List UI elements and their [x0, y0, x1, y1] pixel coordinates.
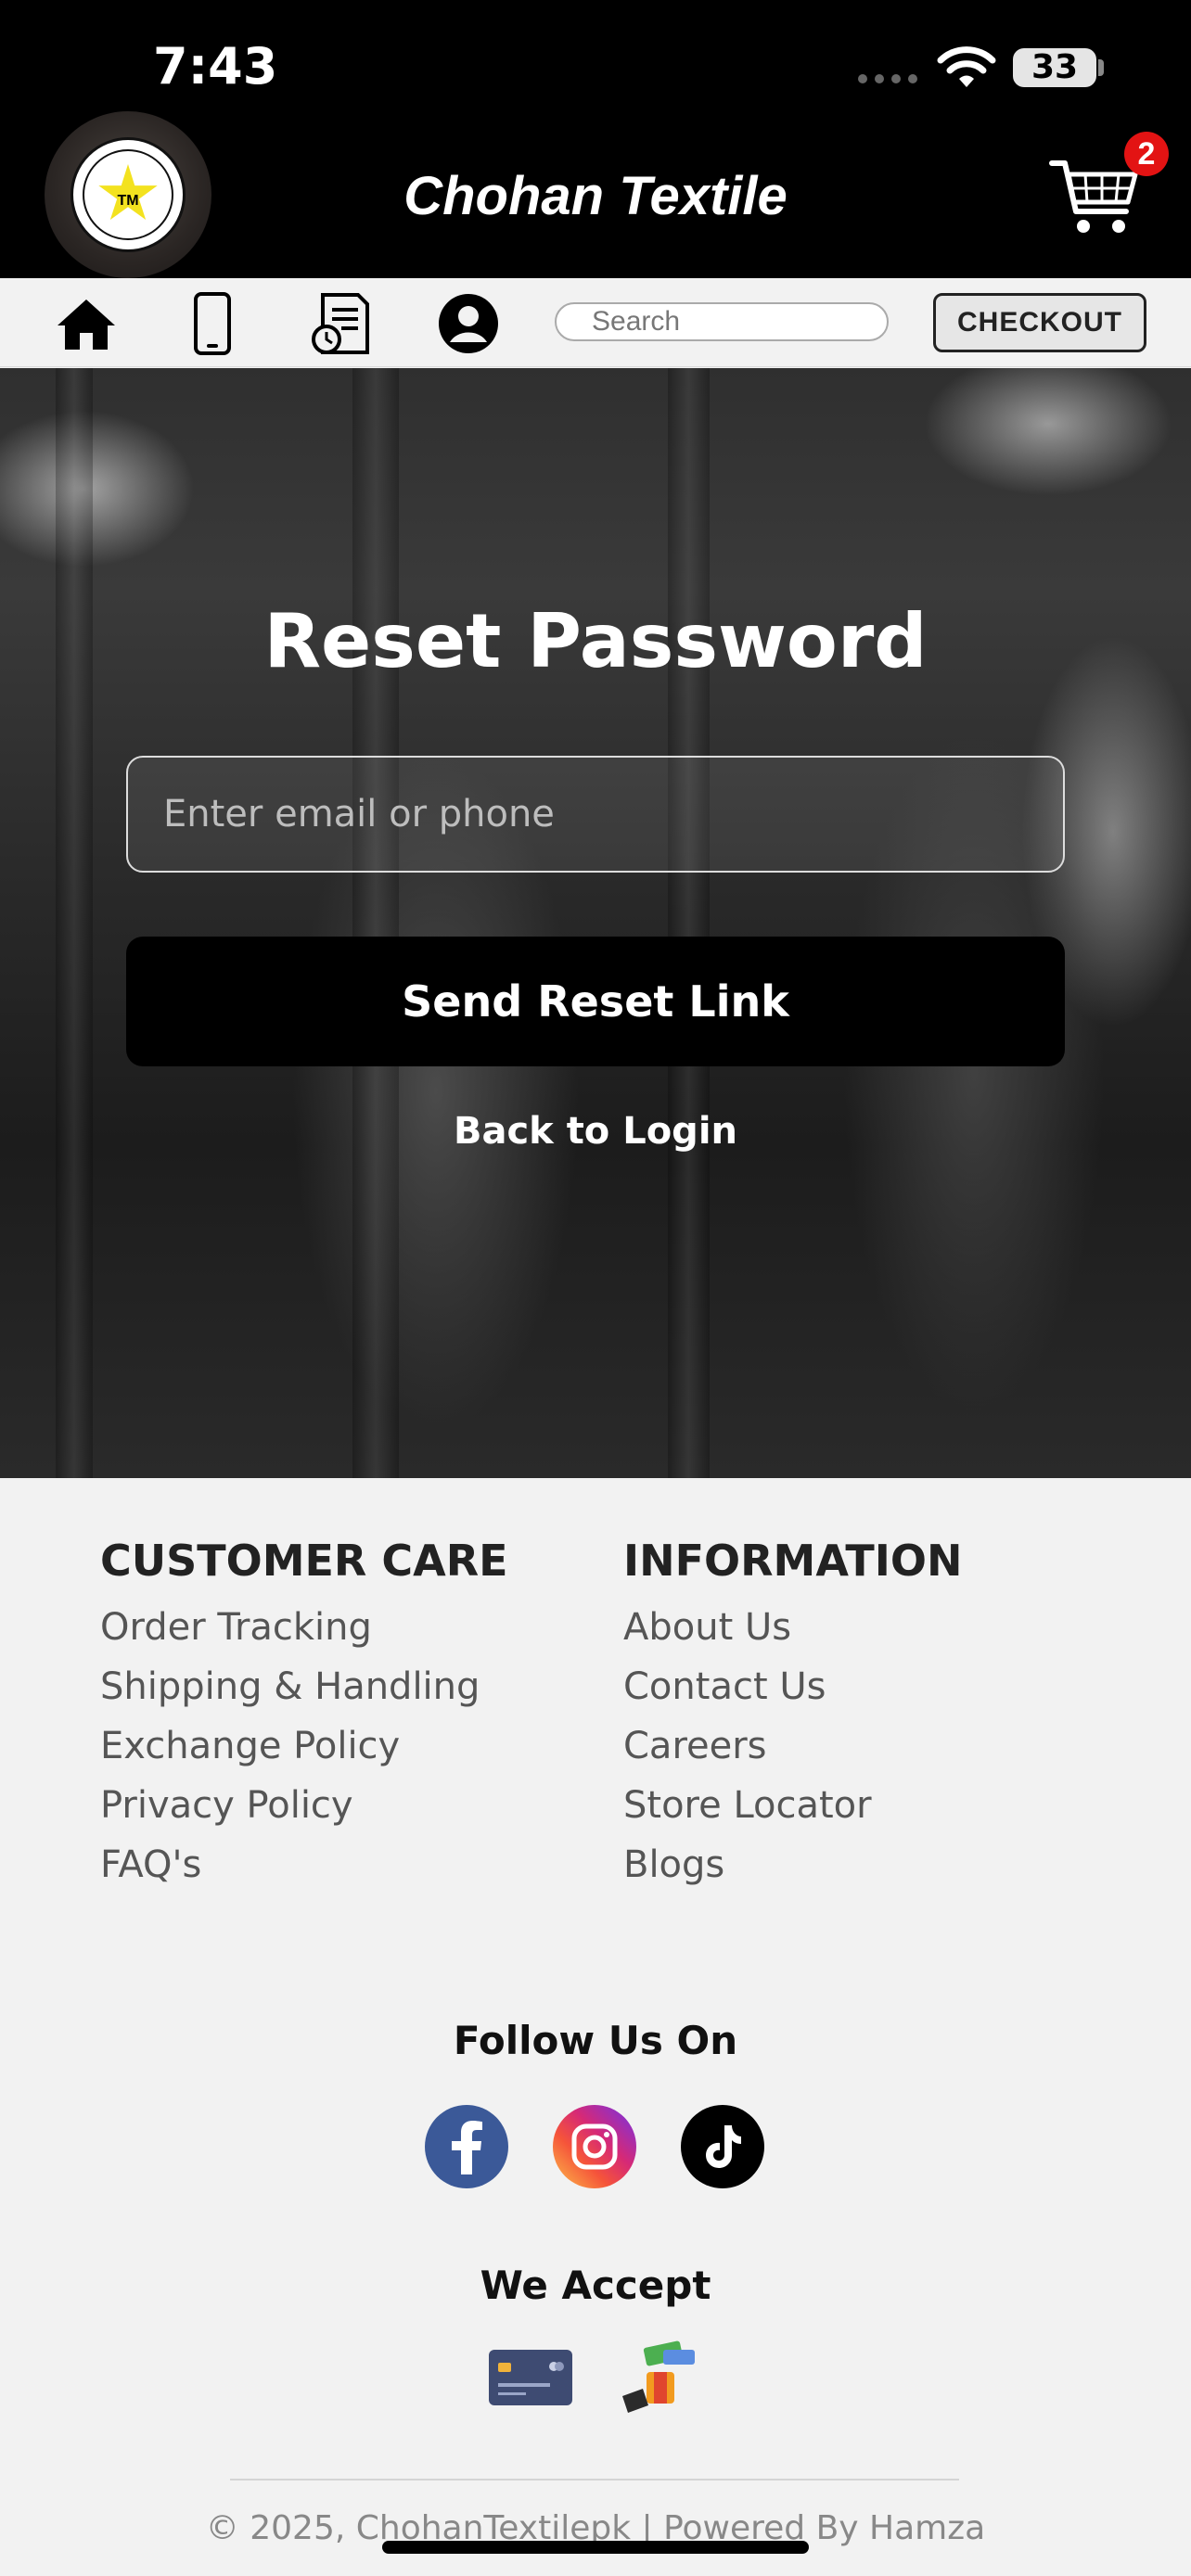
footer-link-contact-us[interactable]: Contact Us: [623, 1665, 962, 1708]
footer-link-shipping[interactable]: Shipping & Handling: [100, 1665, 508, 1708]
facebook-icon[interactable]: [425, 2105, 508, 2188]
background-pillar: [668, 368, 710, 1478]
cash-payment-icon: [612, 2340, 705, 2415]
footer-divider: [230, 2479, 959, 2480]
home-icon[interactable]: [54, 291, 119, 356]
brand-title: Chohan Textile: [403, 166, 788, 226]
hero-section: Reset Password Send Reset Link Back to L…: [0, 368, 1191, 1478]
footer-link-order-tracking[interactable]: Order Tracking: [100, 1606, 508, 1649]
cart-count-badge: 2: [1124, 132, 1169, 176]
information-heading: INFORMATION: [623, 1536, 963, 1586]
battery-icon: 33: [1013, 48, 1096, 87]
nav-bar: CHECKOUT: [0, 278, 1191, 367]
footer-link-store-locator[interactable]: Store Locator: [623, 1784, 962, 1827]
cart-icon[interactable]: [1048, 154, 1141, 237]
footer: CUSTOMER CARE Order Tracking Shipping & …: [0, 1478, 1191, 2576]
checkout-button[interactable]: CHECKOUT: [933, 293, 1146, 352]
battery-cap: [1098, 59, 1104, 76]
background-pillar: [56, 368, 93, 1478]
cellular-signal-icon: [858, 74, 917, 83]
phone-icon[interactable]: [180, 291, 245, 356]
page-title: Reset Password: [263, 598, 928, 684]
footer-link-about-us[interactable]: About Us: [623, 1606, 962, 1649]
we-accept-heading: We Accept: [480, 2263, 711, 2308]
user-account-icon[interactable]: [436, 291, 501, 356]
credit-card-icon: [484, 2340, 577, 2415]
email-phone-input[interactable]: [126, 756, 1065, 873]
home-indicator[interactable]: [382, 2541, 809, 2554]
information-column: INFORMATION About Us Contact Us Careers …: [623, 1536, 962, 1903]
footer-link-privacy-policy[interactable]: Privacy Policy: [100, 1784, 508, 1827]
customer-care-column: CUSTOMER CARE Order Tracking Shipping & …: [100, 1536, 508, 1903]
status-time: 7:43: [153, 37, 278, 96]
search-input[interactable]: [555, 302, 889, 341]
customer-care-heading: CUSTOMER CARE: [100, 1536, 508, 1586]
footer-link-faqs[interactable]: FAQ's: [100, 1843, 508, 1886]
order-history-icon[interactable]: [308, 291, 373, 356]
app-header: TM Chohan Textile 2: [0, 111, 1191, 278]
wifi-icon: [937, 46, 996, 87]
back-to-login-link[interactable]: Back to Login: [0, 1110, 1191, 1153]
send-reset-link-button[interactable]: Send Reset Link: [126, 937, 1065, 1066]
tiktok-icon[interactable]: [681, 2105, 764, 2188]
footer-link-careers[interactable]: Careers: [623, 1725, 962, 1767]
instagram-icon[interactable]: [553, 2105, 636, 2188]
status-bar: 7:43 33: [0, 0, 1191, 111]
footer-link-exchange-policy[interactable]: Exchange Policy: [100, 1725, 508, 1767]
background-pillar: [352, 368, 399, 1478]
footer-link-blogs[interactable]: Blogs: [623, 1843, 962, 1886]
follow-us-heading: Follow Us On: [453, 2018, 738, 2063]
